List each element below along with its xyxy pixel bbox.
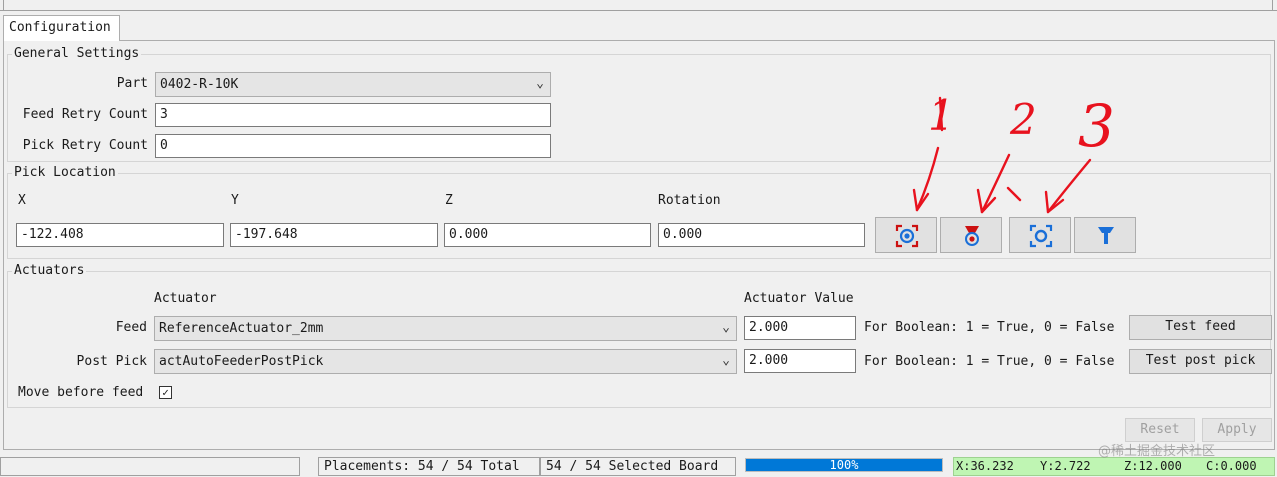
position-tool-icon	[1098, 227, 1114, 244]
rotation-field[interactable]: 0.000	[658, 223, 865, 247]
position-camera-button[interactable]	[1009, 217, 1071, 253]
x-coordinate: X:36.232	[956, 459, 1014, 473]
capture-tool-location-icon	[965, 226, 979, 246]
test-feed-button[interactable]: Test feed	[1129, 315, 1272, 340]
test-post-pick-button[interactable]: Test post pick	[1129, 349, 1272, 374]
feed-actuator-value-field[interactable]: 2.000	[744, 316, 856, 340]
feed-actuator-value: ReferenceActuator_2mm	[159, 321, 324, 336]
post-pick-actuator-select[interactable]: actAutoFeederPostPick ⌄	[154, 349, 737, 374]
y-field[interactable]: -197.648	[230, 223, 438, 247]
placements-status: Placements: 54 / 54 Total	[318, 457, 540, 476]
y-coordinate: Y:2.722	[1040, 459, 1091, 473]
actuator-value-column-header: Actuator Value	[744, 291, 854, 306]
x-field[interactable]: -122.408	[16, 223, 224, 247]
capture-camera-location-icon	[895, 224, 919, 248]
feed-actuator-select[interactable]: ReferenceActuator_2mm ⌄	[154, 316, 737, 341]
move-before-feed-label: Move before feed	[18, 385, 144, 400]
position-tool-button[interactable]	[1074, 217, 1136, 253]
z-coordinate: Z:12.000	[1124, 459, 1182, 473]
chevron-down-icon: ⌄	[536, 76, 544, 91]
feed-retry-count-label: Feed Retry Count	[22, 107, 148, 122]
pick-location-legend: Pick Location	[12, 165, 118, 181]
z-label: Z	[445, 193, 453, 208]
post-pick-boolean-hint: For Boolean: 1 = True, 0 = False	[864, 354, 1115, 369]
pick-retry-count-label: Pick Retry Count	[22, 138, 148, 153]
watermark: @稀土掘金技术社区	[1098, 444, 1216, 459]
post-pick-label: Post Pick	[76, 354, 147, 369]
status-empty-box	[0, 457, 300, 476]
chevron-down-icon: ⌄	[722, 320, 730, 335]
reset-button[interactable]: Reset	[1125, 418, 1195, 442]
c-coordinate: C:0.000	[1206, 459, 1257, 473]
chevron-down-icon: ⌄	[722, 353, 730, 368]
post-pick-actuator-value-field[interactable]: 2.000	[744, 349, 856, 373]
selected-board-status: 54 / 54 Selected Board	[540, 457, 736, 476]
move-before-feed-checkbox[interactable]: ✓	[159, 386, 172, 399]
apply-button[interactable]: Apply	[1202, 418, 1272, 442]
tab-configuration[interactable]: Configuration	[3, 15, 120, 41]
actuator-column-header: Actuator	[154, 291, 217, 306]
feed-label: Feed	[115, 320, 147, 335]
part-select[interactable]: 0402-R-10K ⌄	[155, 72, 551, 97]
pick-retry-count-field[interactable]: 0	[155, 134, 551, 158]
general-settings-legend: General Settings	[12, 46, 142, 62]
capture-tool-location-button[interactable]	[940, 217, 1002, 253]
x-label: X	[18, 193, 26, 208]
top-toolbar-edge	[0, 0, 1277, 11]
coordinates-readout: X:36.232 Y:2.722 Z:12.000 C:0.000	[953, 457, 1275, 476]
configuration-panel: General Settings Part 0402-R-10K ⌄ Feed …	[3, 40, 1275, 450]
y-label: Y	[231, 193, 239, 208]
actuators-legend: Actuators	[12, 263, 87, 279]
feed-boolean-hint: For Boolean: 1 = True, 0 = False	[864, 320, 1115, 335]
part-label: Part	[116, 76, 148, 91]
progress-bar: 100%	[745, 458, 943, 472]
part-select-value: 0402-R-10K	[160, 77, 239, 92]
post-pick-actuator-value: actAutoFeederPostPick	[159, 354, 324, 369]
status-bar: Placements: 54 / 54 Total 54 / 54 Select…	[0, 455, 1277, 477]
rotation-label: Rotation	[658, 193, 721, 208]
z-field[interactable]: 0.000	[444, 223, 651, 247]
feed-retry-count-field[interactable]: 3	[155, 103, 551, 127]
progress-text: 100%	[829, 458, 859, 472]
capture-camera-location-button[interactable]	[875, 217, 937, 253]
position-camera-icon	[1029, 224, 1053, 248]
